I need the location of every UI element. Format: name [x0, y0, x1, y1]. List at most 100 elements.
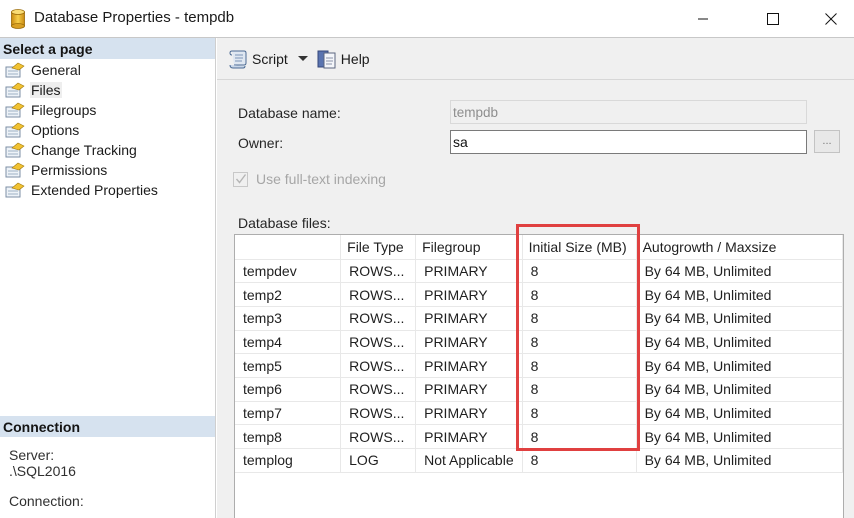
- initial-size-cell[interactable]: 8: [522, 282, 637, 307]
- minimize-button[interactable]: [680, 0, 726, 37]
- autogrowth-cell[interactable]: By 64 MB, Unlimited: [636, 259, 843, 284]
- database-icon: [11, 9, 25, 29]
- connection-header: Connection: [0, 416, 215, 437]
- property-page-icon: [5, 82, 25, 98]
- toolbar: Script Help: [217, 38, 854, 80]
- checkbox-checked-icon: [233, 171, 248, 187]
- fulltext-indexing-checkbox: Use full-text indexing: [233, 171, 386, 187]
- autogrowth-cell[interactable]: By 64 MB, Unlimited: [636, 353, 843, 378]
- col-header-logical-name[interactable]: [235, 235, 342, 260]
- logical-name-cell[interactable]: temp4: [235, 330, 342, 355]
- file-type-cell[interactable]: ROWS...: [340, 401, 417, 426]
- initial-size-cell[interactable]: 8: [522, 448, 637, 473]
- logical-name-cell[interactable]: temp7: [235, 401, 342, 426]
- table-row[interactable]: temp6 ROWS... PRIMARY 8 By 64 MB, Unlimited: [235, 377, 843, 402]
- initial-size-cell[interactable]: 8: [522, 306, 637, 331]
- script-label: Script: [252, 50, 288, 67]
- sidebar: Select a page General Files Filegroups O…: [0, 38, 216, 518]
- logical-name-cell[interactable]: temp2: [235, 282, 342, 307]
- filegroup-cell[interactable]: PRIMARY: [415, 282, 523, 307]
- filegroup-cell[interactable]: PRIMARY: [415, 306, 523, 331]
- server-value: .\SQL2016: [9, 463, 76, 479]
- filegroup-cell[interactable]: PRIMARY: [415, 377, 523, 402]
- select-page-header: Select a page: [0, 38, 215, 59]
- title-bar: Database Properties - tempdb: [0, 0, 854, 38]
- file-type-cell[interactable]: ROWS...: [340, 353, 417, 378]
- property-page-icon: [5, 102, 25, 118]
- close-button[interactable]: [808, 0, 854, 37]
- col-header-filegroup[interactable]: Filegroup: [415, 235, 523, 260]
- property-page-icon: [5, 162, 25, 178]
- initial-size-cell[interactable]: 8: [522, 377, 637, 402]
- logical-name-cell[interactable]: temp6: [235, 377, 342, 402]
- maximize-button[interactable]: [750, 0, 796, 37]
- autogrowth-cell[interactable]: By 64 MB, Unlimited: [636, 306, 843, 331]
- filegroup-cell[interactable]: PRIMARY: [415, 401, 523, 426]
- filegroup-cell[interactable]: Not Applicable: [415, 448, 523, 473]
- script-dropdown-arrow[interactable]: [297, 56, 308, 61]
- autogrowth-cell[interactable]: By 64 MB, Unlimited: [636, 401, 843, 426]
- table-row[interactable]: templog LOG Not Applicable 8 By 64 MB, Unlim…: [235, 448, 843, 473]
- table-row[interactable]: temp8 ROWS... PRIMARY 8 By 64 MB, Unlimited: [235, 424, 843, 449]
- table-row[interactable]: temp2 ROWS... PRIMARY 8 By 64 MB, Unlimited: [235, 282, 843, 307]
- property-page-icon: [5, 122, 25, 138]
- table-row[interactable]: temp4 ROWS... PRIMARY 8 By 64 MB, Unlimited: [235, 330, 843, 355]
- file-type-cell[interactable]: ROWS...: [340, 424, 417, 449]
- autogrowth-cell[interactable]: By 64 MB, Unlimited: [636, 448, 843, 473]
- page-item-files[interactable]: Files: [0, 80, 215, 100]
- help-label: Help: [340, 50, 370, 67]
- logical-name-cell[interactable]: templog: [235, 448, 342, 473]
- file-type-cell[interactable]: LOG: [340, 448, 417, 473]
- page-item-general[interactable]: General: [0, 60, 215, 80]
- logical-name-cell[interactable]: temp3: [235, 306, 342, 331]
- logical-name-cell[interactable]: temp8: [235, 424, 342, 449]
- initial-size-cell[interactable]: 8: [522, 424, 637, 449]
- filegroup-cell[interactable]: PRIMARY: [415, 424, 523, 449]
- database-files-label: Database files:: [238, 215, 331, 231]
- property-page-icon: [5, 142, 25, 158]
- owner-input[interactable]: [450, 130, 807, 154]
- connection-panel: Connection Server: .\SQL2016 Connection:: [0, 416, 215, 509]
- filegroup-cell[interactable]: PRIMARY: [415, 353, 523, 378]
- filegroup-cell[interactable]: PRIMARY: [415, 259, 523, 284]
- logical-name-cell[interactable]: temp5: [235, 353, 342, 378]
- initial-size-cell[interactable]: 8: [522, 330, 637, 355]
- page-item-filegroups[interactable]: Filegroups: [0, 100, 215, 120]
- autogrowth-cell[interactable]: By 64 MB, Unlimited: [636, 424, 843, 449]
- initial-size-cell[interactable]: 8: [522, 401, 637, 426]
- table-row[interactable]: temp7 ROWS... PRIMARY 8 By 64 MB, Unlimited: [235, 401, 843, 426]
- file-type-cell[interactable]: ROWS...: [340, 330, 417, 355]
- help-button[interactable]: Help: [316, 48, 370, 70]
- initial-size-cell[interactable]: 8: [522, 259, 637, 284]
- file-type-cell[interactable]: ROWS...: [340, 282, 417, 307]
- page-item-permissions[interactable]: Permissions: [0, 160, 215, 180]
- script-button[interactable]: Script: [227, 48, 288, 70]
- logical-name-cell[interactable]: tempdev: [235, 259, 342, 284]
- database-name-input: [450, 100, 807, 124]
- table-row[interactable]: temp3 ROWS... PRIMARY 8 By 64 MB, Unlimited: [235, 306, 843, 331]
- initial-size-cell[interactable]: 8: [522, 353, 637, 378]
- database-files-grid[interactable]: File Type Filegroup Initial Size (MB) Au…: [234, 234, 844, 518]
- page-list: General Files Filegroups Options Change …: [0, 60, 215, 200]
- autogrowth-cell[interactable]: By 64 MB, Unlimited: [636, 377, 843, 402]
- grid-header-row: File Type Filegroup Initial Size (MB) Au…: [235, 235, 843, 260]
- autogrowth-cell[interactable]: By 64 MB, Unlimited: [636, 330, 843, 355]
- filegroup-cell[interactable]: PRIMARY: [415, 330, 523, 355]
- minimize-icon: [698, 18, 708, 19]
- file-type-cell[interactable]: ROWS...: [340, 306, 417, 331]
- col-header-initial-size[interactable]: Initial Size (MB): [522, 235, 637, 260]
- server-label: Server:: [9, 447, 55, 463]
- file-type-cell[interactable]: ROWS...: [340, 377, 417, 402]
- col-header-autogrowth[interactable]: Autogrowth / Maxsize: [636, 235, 843, 260]
- script-scroll-icon: [229, 50, 247, 68]
- file-type-cell[interactable]: ROWS...: [340, 259, 417, 284]
- table-row[interactable]: tempdev ROWS... PRIMARY 8 By 64 MB, Unlimite…: [235, 259, 843, 284]
- database-name-label: Database name:: [238, 105, 341, 121]
- page-item-options[interactable]: Options: [0, 120, 215, 140]
- table-row[interactable]: temp5 ROWS... PRIMARY 8 By 64 MB, Unlimited: [235, 353, 843, 378]
- owner-browse-button[interactable]: ...: [814, 130, 840, 153]
- col-header-file-type[interactable]: File Type: [340, 235, 417, 260]
- page-item-extended-properties[interactable]: Extended Properties: [0, 180, 215, 200]
- autogrowth-cell[interactable]: By 64 MB, Unlimited: [636, 282, 843, 307]
- page-item-change-tracking[interactable]: Change Tracking: [0, 140, 215, 160]
